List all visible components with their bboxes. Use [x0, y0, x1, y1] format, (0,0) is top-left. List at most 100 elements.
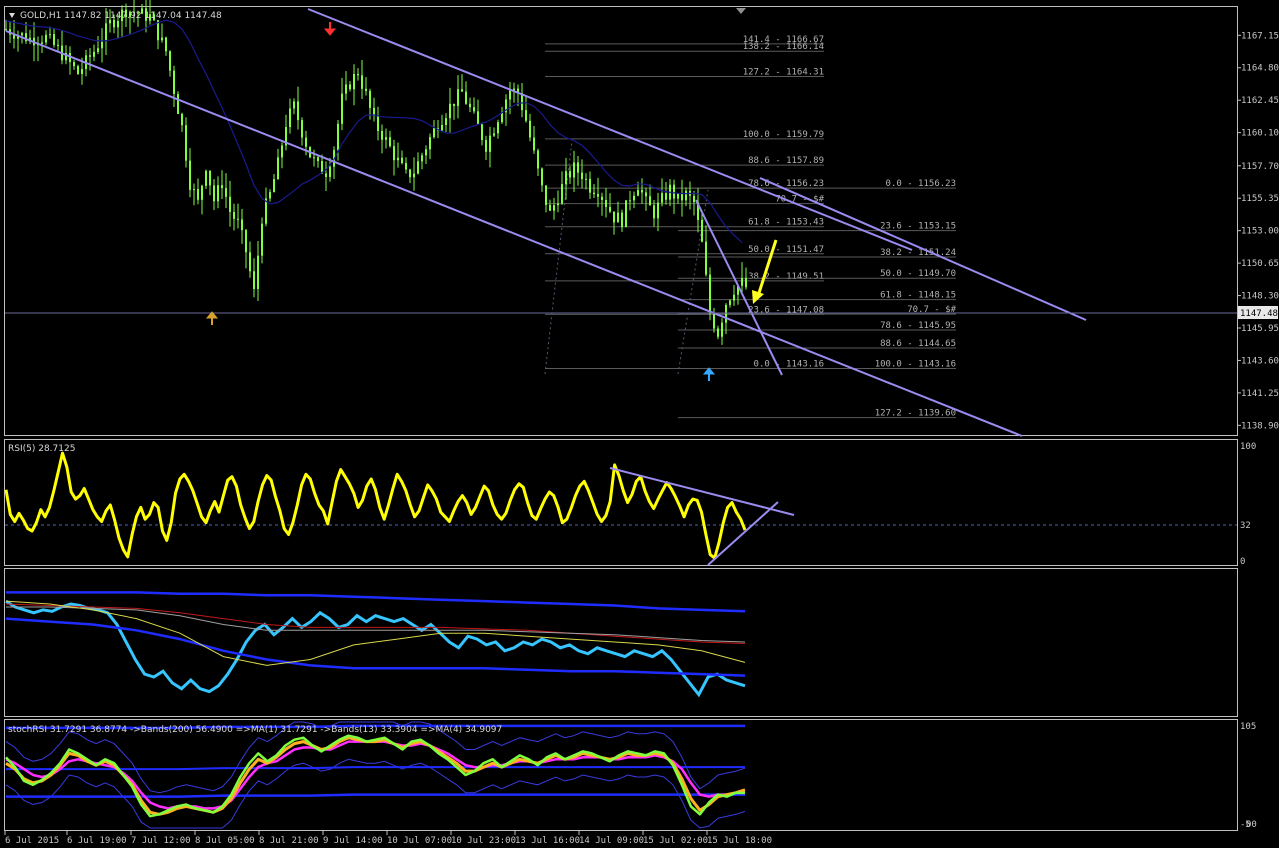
fib-level-label: 138.2 - 1166.14: [743, 42, 824, 52]
candle-body: [261, 223, 263, 256]
mt4-chart-window[interactable]: 1167.15 1164.80 1162.45 1160.10 1157.70 1155.…: [0, 0, 1279, 848]
candle-body: [577, 162, 579, 173]
time-tick-label: 8 Jul 21:00: [259, 836, 319, 846]
candle-body: [609, 206, 611, 212]
candle-body: [89, 55, 91, 57]
candle-body: [537, 150, 539, 169]
fib-level-label: 38.2 - 1149.51: [748, 272, 824, 282]
candle-body: [701, 219, 703, 242]
price-tick-label: 1150.65: [1241, 259, 1279, 269]
stochrsi-title: stochRSI 31.7291 36.8774 ->Bands(200) 56…: [8, 725, 502, 735]
candle-body: [417, 161, 419, 174]
candle-body: [593, 192, 595, 195]
candle-body: [269, 192, 271, 199]
candle-body: [621, 212, 623, 227]
candle-body: [733, 294, 735, 301]
price-tick-label: 1138.90: [1241, 421, 1279, 431]
candle-body: [173, 70, 175, 94]
candle-body: [369, 90, 371, 108]
candle-body: [201, 185, 203, 200]
candle-body: [357, 74, 359, 76]
candle-body: [685, 190, 687, 201]
candle-body: [397, 157, 399, 161]
candle-body: [549, 204, 551, 211]
candle-body: [489, 135, 491, 152]
price-tick-label: 1153.00: [1241, 227, 1279, 237]
candle-body: [717, 328, 719, 337]
candle-body: [377, 115, 379, 131]
candle-body: [573, 162, 575, 178]
candle-body: [725, 304, 727, 323]
candle-body: [253, 271, 255, 289]
candle-body: [229, 196, 231, 212]
candle-body: [617, 212, 619, 223]
rsi-tick-label: 100: [1240, 442, 1256, 452]
price-tick-label: 1167.15: [1241, 31, 1279, 41]
candle-body: [209, 170, 211, 186]
candle-body: [625, 200, 627, 227]
fib-level-label: 61.8 - 1148.15: [880, 291, 956, 301]
candle-body: [41, 42, 43, 44]
candle-body: [53, 34, 55, 45]
candle-body: [473, 107, 475, 112]
candle-body: [217, 185, 219, 202]
candle-body: [249, 252, 251, 272]
candle-body: [237, 218, 239, 220]
candle-body: [197, 189, 199, 200]
rsi-tick-label: 32: [1240, 521, 1251, 531]
candle-body: [245, 230, 247, 253]
candle-body: [105, 23, 107, 41]
stoch-tick-label: 105: [1240, 722, 1256, 732]
stoch-tick-label: 00: [1246, 820, 1257, 830]
candle-body: [413, 173, 415, 178]
candle-body: [561, 184, 563, 204]
candle-body: [469, 103, 471, 108]
candle-body: [673, 184, 675, 199]
candle-body: [465, 91, 467, 104]
candle-body: [493, 133, 495, 136]
candle-body: [93, 51, 95, 57]
candle-body: [165, 37, 167, 52]
candle-body: [533, 137, 535, 151]
candle-body: [161, 37, 163, 41]
candle-body: [637, 189, 639, 196]
candle-body: [421, 155, 423, 162]
candle-body: [297, 101, 299, 121]
candle-body: [585, 178, 587, 180]
candle-body: [169, 51, 171, 71]
candle-body: [405, 163, 407, 170]
candle-body: [649, 196, 651, 206]
candle-body: [353, 74, 355, 90]
candle-body: [741, 277, 743, 286]
price-tick-label: 1155.35: [1241, 194, 1279, 204]
candle-body: [257, 255, 259, 289]
candle-body: [337, 123, 339, 151]
fib-level-label: 70.7 - $#: [907, 305, 956, 315]
time-tick-label: 10 Jul 07:00: [387, 836, 452, 846]
rsi-tick-label: 0: [1240, 557, 1245, 567]
candle-body: [553, 205, 555, 211]
time-tick-label: 15 Jul 18:00: [707, 836, 772, 846]
candle-body: [445, 118, 447, 125]
candle-body: [633, 195, 635, 201]
time-tick-label: 15 Jul 02:00: [643, 836, 708, 846]
candle-body: [77, 66, 79, 75]
candle-body: [425, 149, 427, 156]
candle-body: [569, 171, 571, 178]
fib-level-label: 88.6 - 1157.89: [748, 156, 824, 166]
candle-body: [305, 137, 307, 147]
candle-body: [57, 44, 59, 46]
candle-body: [661, 193, 663, 203]
candle-body: [241, 219, 243, 231]
time-tick-label: 9 Jul 14:00: [323, 836, 383, 846]
candle-body: [589, 178, 591, 193]
candle-body: [225, 188, 227, 197]
candle-body: [21, 33, 23, 36]
candle-body: [313, 157, 315, 159]
candle-body: [81, 69, 83, 75]
candle-body: [529, 120, 531, 138]
candle-body: [449, 103, 451, 119]
candle-body: [453, 103, 455, 106]
candle-body: [317, 157, 319, 162]
candle-body: [361, 75, 363, 89]
